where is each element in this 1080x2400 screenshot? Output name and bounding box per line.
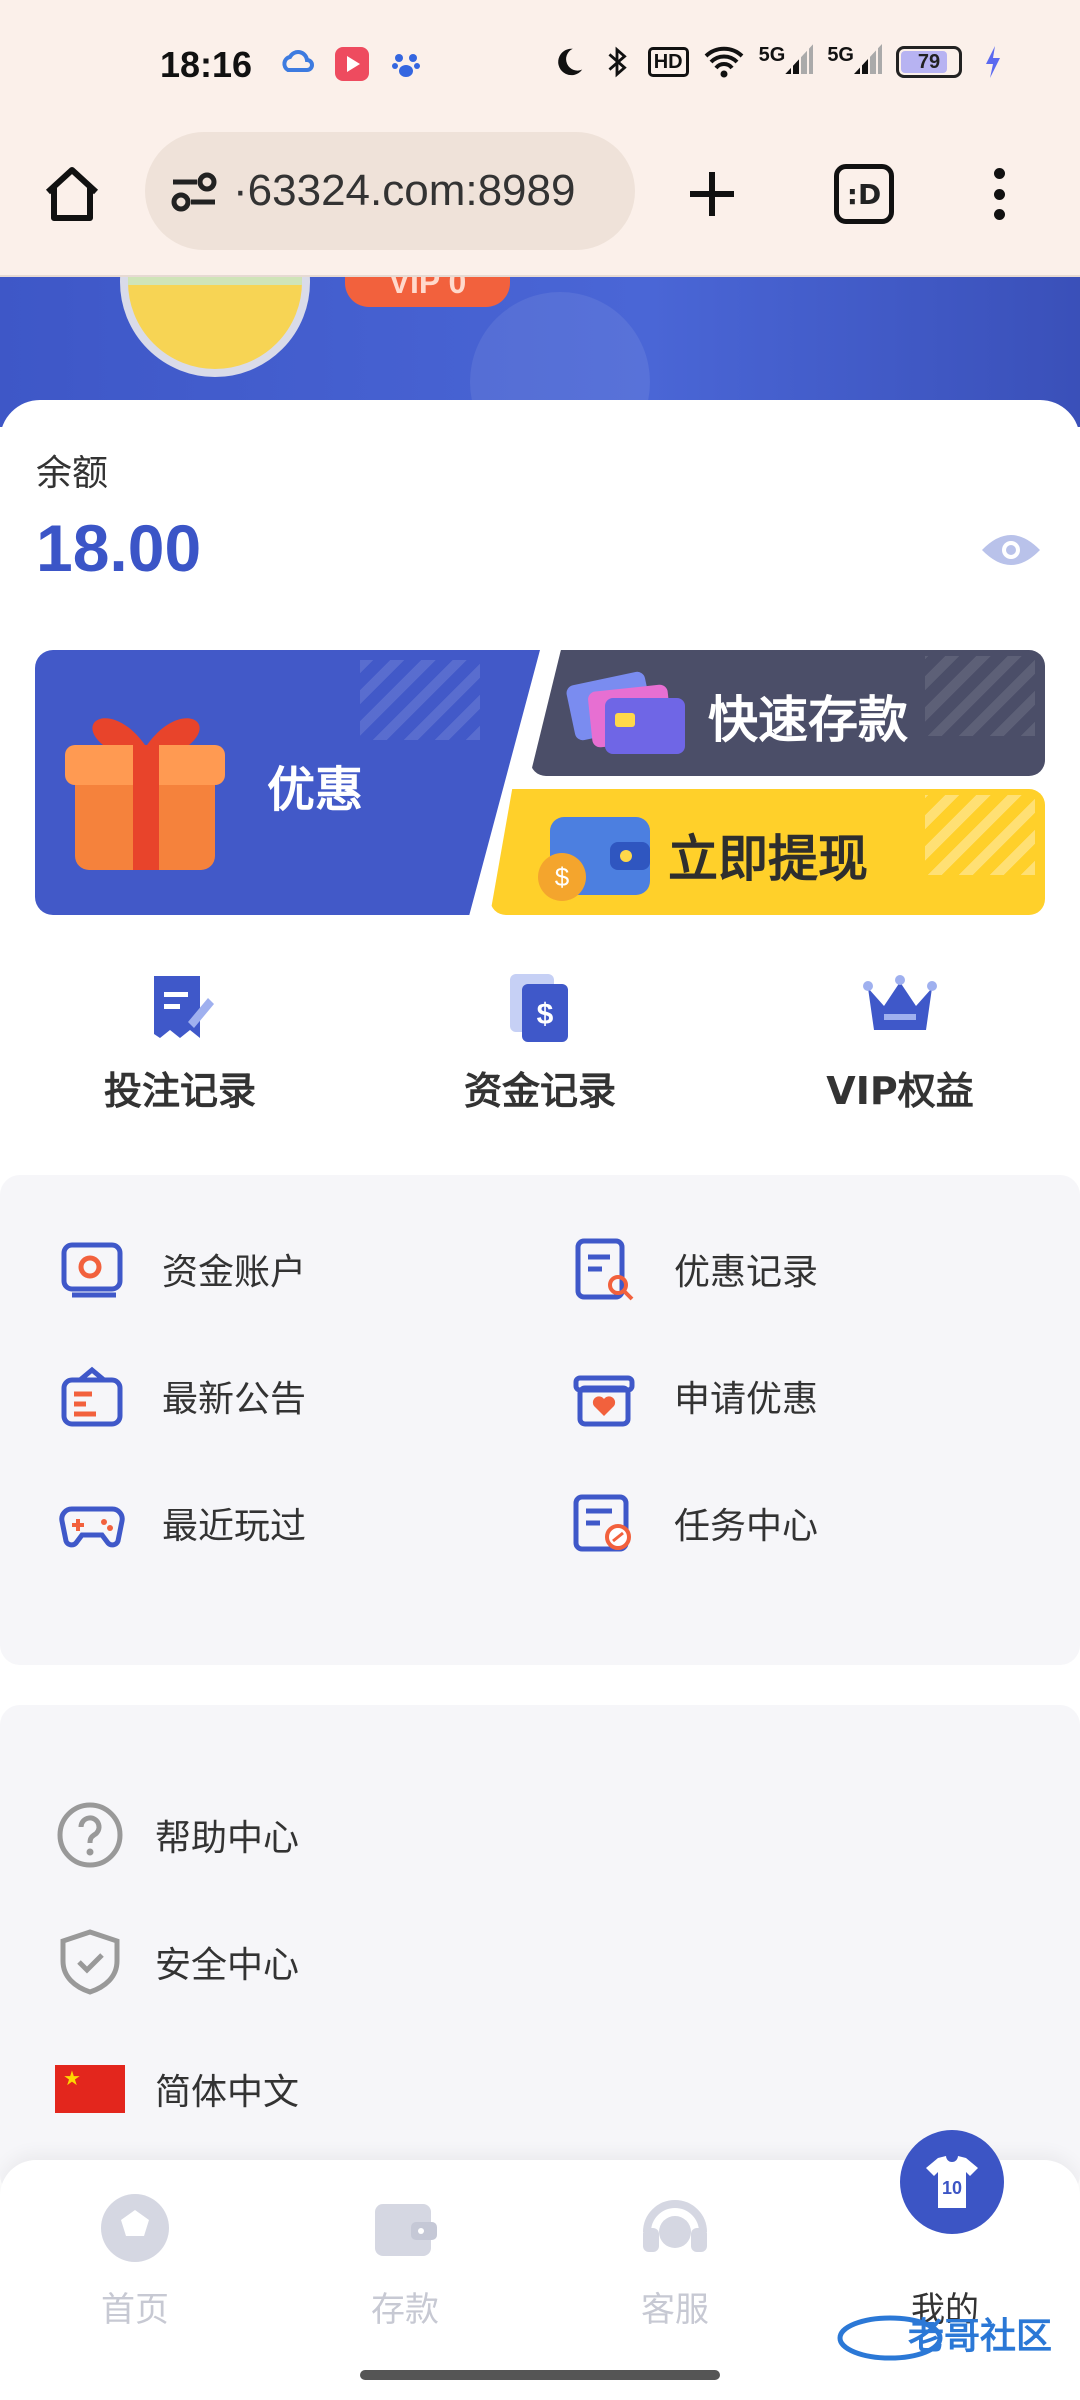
svg-text:$: $ (555, 862, 570, 892)
quick-link-bet-record[interactable]: 投注记录 (0, 970, 360, 1120)
promotions-button[interactable]: 优惠 (35, 650, 540, 915)
quick-link-label: VIP权益 (826, 1069, 974, 1113)
svg-text:10: 10 (942, 2178, 962, 2198)
charging-icon (986, 46, 1000, 78)
more-menu-icon[interactable] (984, 162, 1014, 226)
account-card: 余额 18.00 优惠 快速存款 $ 立即提现 投注记录 $ 资金记录 VIP权… (0, 400, 1080, 2195)
help-icon (57, 1802, 123, 1868)
quick-link-label: 资金记录 (463, 1069, 616, 1113)
signal-5g-1: 5G (759, 44, 814, 80)
quick-deposit-label: 快速存款 (708, 691, 908, 749)
withdraw-label: 立即提现 (668, 830, 868, 888)
nav-home[interactable]: 首页 (0, 2160, 270, 2360)
wifi-icon (704, 46, 744, 78)
shield-icon (60, 1929, 120, 1995)
menu-item-task-center[interactable]: 任务中心 (570, 1489, 818, 1557)
new-tab-icon[interactable] (680, 162, 744, 226)
account-card-icon (61, 1242, 123, 1298)
nav-label: 客服 (641, 2290, 709, 2330)
site-settings-icon[interactable] (167, 164, 221, 218)
menu-item-promo-record[interactable]: 优惠记录 (570, 1235, 818, 1303)
menu-item-label: 优惠记录 (674, 1252, 819, 1293)
video-app-icon (335, 47, 369, 81)
quick-link-label: 投注记录 (103, 1069, 256, 1113)
svg-text:老哥社区: 老哥社区 (908, 2316, 1052, 2357)
balance-value: 18.00 (36, 511, 202, 585)
avatar[interactable] (120, 277, 310, 377)
hd-badge: HD (647, 47, 689, 77)
settings-item-label: 简体中文 (155, 2072, 300, 2113)
svg-text:$: $ (537, 998, 554, 1031)
feature-menu: 资金账户 优惠记录 最新公告 申请优惠 最近玩过 任务中心 (0, 1175, 1080, 1665)
promo-record-icon (575, 1238, 634, 1301)
vip-level-badge: VIP 0 (345, 277, 510, 307)
menu-item-label: 任务中心 (674, 1506, 819, 1547)
gift-box-icon (573, 1375, 635, 1427)
bluetooth-icon (608, 46, 627, 78)
status-bar: 18:16 HD 5G 5G 79 (0, 0, 1080, 132)
paw-app-icon (392, 54, 420, 77)
settings-item-help[interactable]: 帮助中心 (55, 1800, 299, 1870)
cloud-app-icon (282, 50, 314, 72)
tab-switcher-button[interactable]: :D (834, 164, 894, 224)
soccer-ball-icon (101, 2194, 169, 2262)
watermark-logo: 老哥社区 (837, 2315, 1052, 2361)
url-text[interactable]: ·63324.com:8989 (233, 166, 575, 216)
menu-item-apply-promo[interactable]: 申请优惠 (570, 1362, 818, 1430)
status-time: 18:16 (160, 44, 253, 85)
moon-icon (557, 48, 582, 76)
quick-deposit-button[interactable]: 快速存款 (530, 650, 1045, 776)
menu-item-label: 最近玩过 (162, 1506, 307, 1547)
status-app-icons (280, 46, 424, 82)
promotions-label: 优惠 (267, 762, 364, 818)
gift-icon (65, 718, 225, 870)
browser-toolbar: ·63324.com:8989 :D (0, 132, 1080, 277)
signal-5g-2: 5G (827, 44, 882, 80)
bank-cards-icon (566, 671, 685, 754)
menu-item-announcements[interactable]: 最新公告 (58, 1362, 306, 1430)
status-indicators: HD 5G 5G 79 (552, 44, 1010, 80)
china-flag-icon (55, 2065, 125, 2113)
announcement-icon (61, 1366, 123, 1427)
settings-item-language[interactable]: 简体中文 (55, 2063, 299, 2115)
menu-item-label: 最新公告 (162, 1379, 307, 1420)
home-icon[interactable] (40, 162, 104, 226)
quick-links: 投注记录 $ 资金记录 VIP权益 (0, 970, 1080, 1120)
wallet-coin-icon: $ (538, 817, 650, 901)
settings-item-security[interactable]: 安全中心 (55, 1927, 299, 1997)
menu-item-label: 申请优惠 (674, 1379, 819, 1420)
quick-link-fund-record[interactable]: $ 资金记录 (360, 970, 720, 1120)
nav-label: 首页 (101, 2290, 169, 2330)
settings-item-label: 安全中心 (155, 1945, 300, 1986)
battery-indicator: 79 (896, 46, 962, 78)
address-bar[interactable]: ·63324.com:8989 (145, 132, 635, 250)
headset-icon (643, 2200, 707, 2252)
fund-record-icon: $ (510, 974, 568, 1042)
jersey-icon[interactable]: 10 (900, 2130, 1004, 2234)
menu-item-recently-played[interactable]: 最近玩过 (58, 1489, 306, 1557)
gamepad-icon (59, 1506, 125, 1548)
nav-deposit[interactable]: 存款 (270, 2160, 540, 2360)
nav-label: 存款 (371, 2290, 439, 2330)
menu-item-fund-account[interactable]: 资金账户 (58, 1235, 306, 1303)
withdraw-button[interactable]: $ 立即提现 (490, 789, 1045, 915)
balance-label: 余额 (36, 453, 109, 494)
settings-item-label: 帮助中心 (155, 1818, 300, 1859)
wallet-icon (375, 2204, 437, 2256)
task-list-icon (573, 1494, 631, 1552)
menu-item-label: 资金账户 (162, 1252, 307, 1293)
eye-icon[interactable] (980, 528, 1042, 572)
quick-link-vip[interactable]: VIP权益 (720, 970, 1080, 1120)
nav-customer-service[interactable]: 客服 (540, 2160, 810, 2360)
bet-record-icon (154, 976, 214, 1038)
settings-menu: 帮助中心 安全中心 简体中文 (0, 1705, 1080, 2195)
home-indicator (360, 2370, 720, 2380)
crown-icon (863, 975, 937, 1030)
